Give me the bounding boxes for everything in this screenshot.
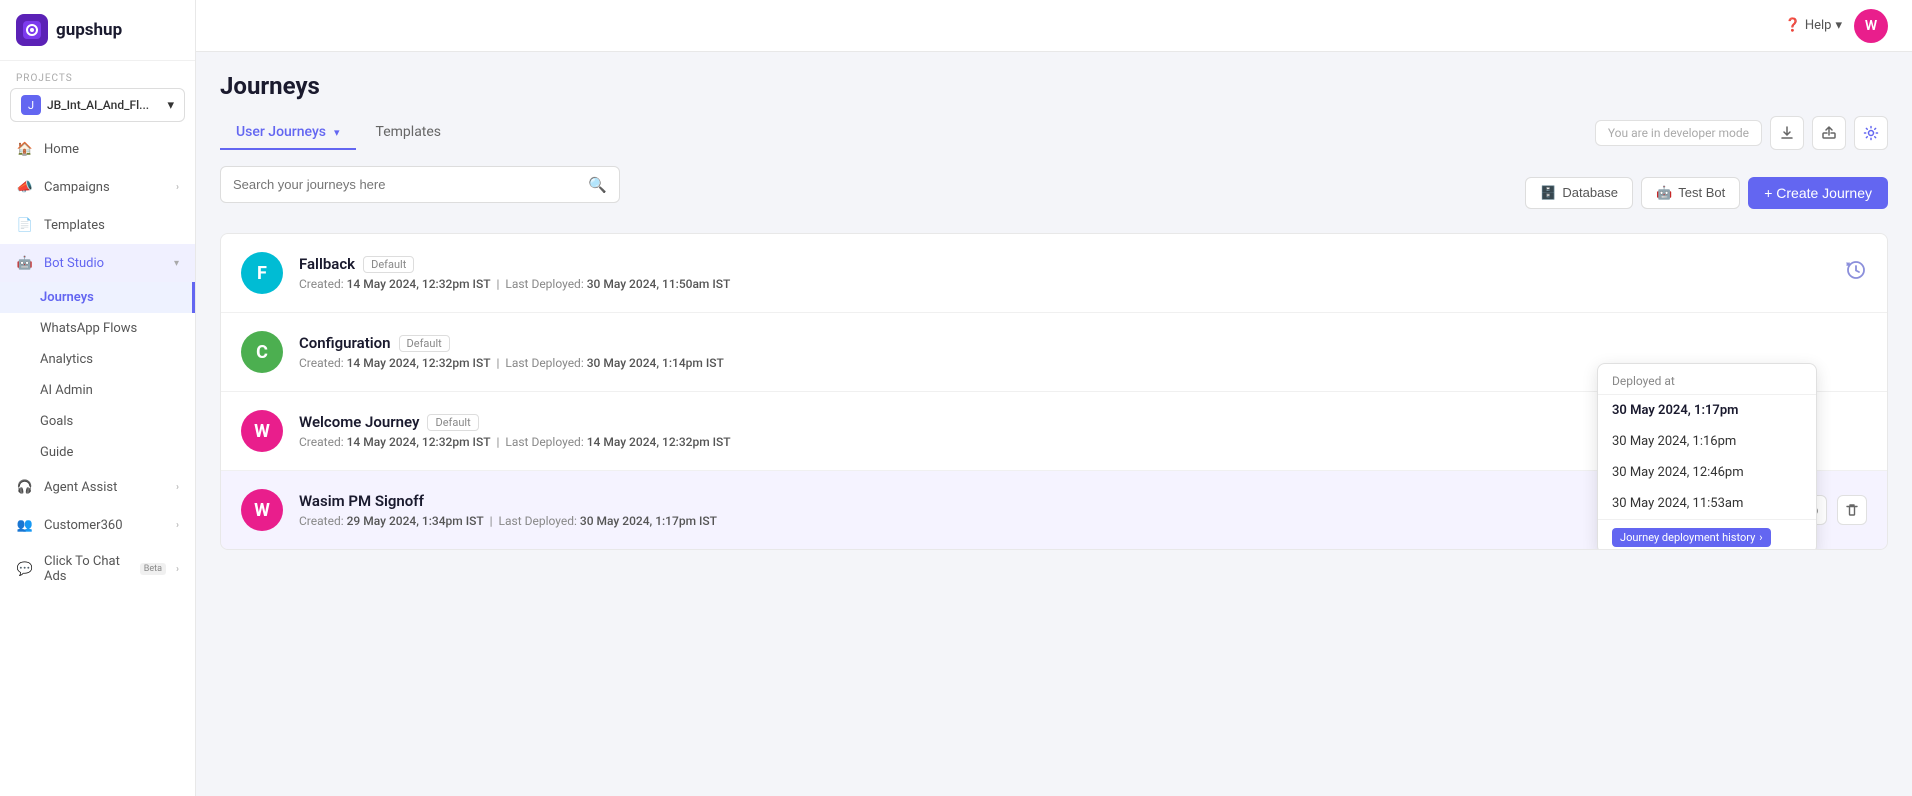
action-buttons: 🗄️ Database 🤖 Test Bot + Create Journey bbox=[1525, 177, 1888, 209]
sidebar-item-goals[interactable]: Goals bbox=[0, 406, 195, 437]
project-name: JB_Int_AI_And_Fl... bbox=[47, 98, 161, 112]
templates-icon: 📄 bbox=[16, 216, 34, 234]
journey-name: Configuration Default bbox=[299, 334, 1851, 352]
chevron-right-icon: › bbox=[176, 182, 179, 193]
settings-button[interactable] bbox=[1854, 116, 1888, 150]
chevron-right-icon-ctc: › bbox=[176, 564, 179, 575]
journey-meta: Created: 14 May 2024, 12:32pm IST | Last… bbox=[299, 277, 1829, 291]
tab-dropdown-icon: ▾ bbox=[334, 126, 340, 139]
tabs-bar: User Journeys ▾ Templates You are in dev… bbox=[220, 116, 1888, 150]
home-icon: 🏠 bbox=[16, 140, 34, 158]
tab-user-journeys[interactable]: User Journeys ▾ bbox=[220, 116, 356, 150]
project-icon: J bbox=[21, 95, 41, 115]
bot-studio-icon: 🤖 bbox=[16, 254, 34, 272]
journey-badge: Default bbox=[427, 414, 478, 431]
avatar: W bbox=[241, 489, 283, 531]
topbar: ❓ Help ▾ W bbox=[196, 0, 1912, 52]
customer360-icon: 👥 bbox=[16, 516, 34, 534]
database-button[interactable]: 🗄️ Database bbox=[1525, 177, 1633, 209]
journey-badge: Default bbox=[363, 256, 414, 273]
chevron-down-icon: ▾ bbox=[167, 98, 174, 113]
actions-bar: 🔍 🗄️ Database 🤖 Test Bot + Create Journe… bbox=[220, 166, 1888, 219]
logo-text: gupshup bbox=[56, 20, 122, 40]
sidebar-item-customer360[interactable]: 👥 Customer360 › bbox=[0, 506, 195, 544]
search-icon: 🔍 bbox=[588, 176, 607, 194]
sidebar-nav: 🏠 Home 📣 Campaigns › 📄 Templates 🤖 Bot S… bbox=[0, 130, 195, 796]
journey-name: Fallback Default bbox=[299, 255, 1829, 273]
journeys-list: F Fallback Default Created: 14 May 2024,… bbox=[220, 233, 1888, 550]
deployed-popup-footer: Journey deployment history › bbox=[1598, 519, 1816, 550]
logo: gupshup bbox=[0, 0, 195, 61]
download-button[interactable] bbox=[1770, 116, 1804, 150]
projects-label: PROJECTS bbox=[0, 61, 195, 88]
avatar: C bbox=[241, 331, 283, 373]
chevron-right-icon-c360: › bbox=[176, 520, 179, 531]
journey-item: C Configuration Default Created: 14 May … bbox=[221, 313, 1887, 392]
page-title: Journeys bbox=[220, 72, 1888, 100]
search-bar: 🔍 bbox=[220, 166, 620, 203]
deployed-at-header: Deployed at bbox=[1598, 364, 1816, 395]
dev-mode-label: You are in developer mode bbox=[1595, 120, 1762, 146]
avatar: F bbox=[241, 252, 283, 294]
journey-info: Fallback Default Created: 14 May 2024, 1… bbox=[299, 255, 1829, 291]
sidebar: gupshup PROJECTS J JB_Int_AI_And_Fl... ▾… bbox=[0, 0, 196, 796]
avatar: W bbox=[241, 410, 283, 452]
tab-templates[interactable]: Templates bbox=[360, 116, 458, 150]
deployed-popup-item[interactable]: 30 May 2024, 12:46pm bbox=[1598, 457, 1816, 488]
topbar-right: ❓ Help ▾ W bbox=[1785, 9, 1888, 43]
sidebar-item-journeys[interactable]: Journeys bbox=[0, 282, 195, 313]
deployment-history-badge[interactable]: Journey deployment history › bbox=[1612, 528, 1771, 547]
delete-button[interactable] bbox=[1837, 495, 1867, 525]
share-button[interactable] bbox=[1812, 116, 1846, 150]
click-to-chat-icon: 💬 bbox=[16, 560, 34, 578]
help-chevron-icon: ▾ bbox=[1835, 18, 1842, 33]
deployed-popup-item[interactable]: 30 May 2024, 1:16pm bbox=[1598, 426, 1816, 457]
create-journey-button[interactable]: + Create Journey bbox=[1748, 177, 1888, 209]
deployed-popup-item[interactable]: 30 May 2024, 11:53am bbox=[1598, 488, 1816, 519]
journey-info: Wasim PM Signoff Created: 29 May 2024, 1… bbox=[299, 492, 1741, 528]
sidebar-item-ai-admin[interactable]: AI Admin bbox=[0, 375, 195, 406]
journey-meta: Created: 29 May 2024, 1:34pm IST | Last … bbox=[299, 514, 1741, 528]
journey-badge: Default bbox=[399, 335, 450, 352]
sidebar-item-templates[interactable]: 📄 Templates bbox=[0, 206, 195, 244]
sidebar-item-guide[interactable]: Guide bbox=[0, 437, 195, 468]
test-bot-icon: 🤖 bbox=[1656, 185, 1672, 201]
database-icon: 🗄️ bbox=[1540, 185, 1556, 201]
deployed-popup-item[interactable]: 30 May 2024, 1:17pm bbox=[1598, 395, 1816, 426]
toolbar-right: You are in developer mode bbox=[1595, 116, 1888, 150]
logo-icon bbox=[16, 14, 48, 46]
deployed-popup-list: 30 May 2024, 1:17pm 30 May 2024, 1:16pm … bbox=[1598, 395, 1816, 519]
help-button[interactable]: ❓ Help ▾ bbox=[1785, 18, 1842, 33]
sidebar-item-bot-studio[interactable]: 🤖 Bot Studio ▾ bbox=[0, 244, 195, 282]
tabs: User Journeys ▾ Templates bbox=[220, 116, 457, 150]
arrow-icon: › bbox=[1759, 531, 1762, 544]
deployment-history-button[interactable] bbox=[1845, 259, 1867, 287]
journey-name: Wasim PM Signoff bbox=[299, 492, 1741, 510]
project-selector[interactable]: J JB_Int_AI_And_Fl... ▾ bbox=[10, 88, 185, 122]
chevron-down-icon-bot: ▾ bbox=[174, 258, 179, 269]
sidebar-item-whatsapp-flows[interactable]: WhatsApp Flows bbox=[0, 313, 195, 344]
help-circle-icon: ❓ bbox=[1785, 18, 1801, 33]
search-input[interactable] bbox=[233, 167, 580, 202]
test-bot-button[interactable]: 🤖 Test Bot bbox=[1641, 177, 1740, 209]
page-content: Journeys User Journeys ▾ Templates You a… bbox=[196, 52, 1912, 796]
sidebar-item-campaigns[interactable]: 📣 Campaigns › bbox=[0, 168, 195, 206]
sidebar-item-click-to-chat[interactable]: 💬 Click To Chat Ads Beta › bbox=[0, 544, 195, 594]
main-content: ❓ Help ▾ W Journeys User Journeys ▾ Temp… bbox=[196, 0, 1912, 796]
journey-item: F Fallback Default Created: 14 May 2024,… bbox=[221, 234, 1887, 313]
sidebar-item-analytics[interactable]: Analytics bbox=[0, 344, 195, 375]
chevron-right-icon-agent: › bbox=[176, 482, 179, 493]
agent-assist-icon: 🎧 bbox=[16, 478, 34, 496]
campaigns-icon: 📣 bbox=[16, 178, 34, 196]
journey-actions bbox=[1845, 259, 1867, 287]
user-avatar[interactable]: W bbox=[1854, 9, 1888, 43]
deployed-at-popup: Deployed at 30 May 2024, 1:17pm 30 May 2… bbox=[1597, 363, 1817, 550]
sidebar-item-agent-assist[interactable]: 🎧 Agent Assist › bbox=[0, 468, 195, 506]
sidebar-item-home[interactable]: 🏠 Home bbox=[0, 130, 195, 168]
